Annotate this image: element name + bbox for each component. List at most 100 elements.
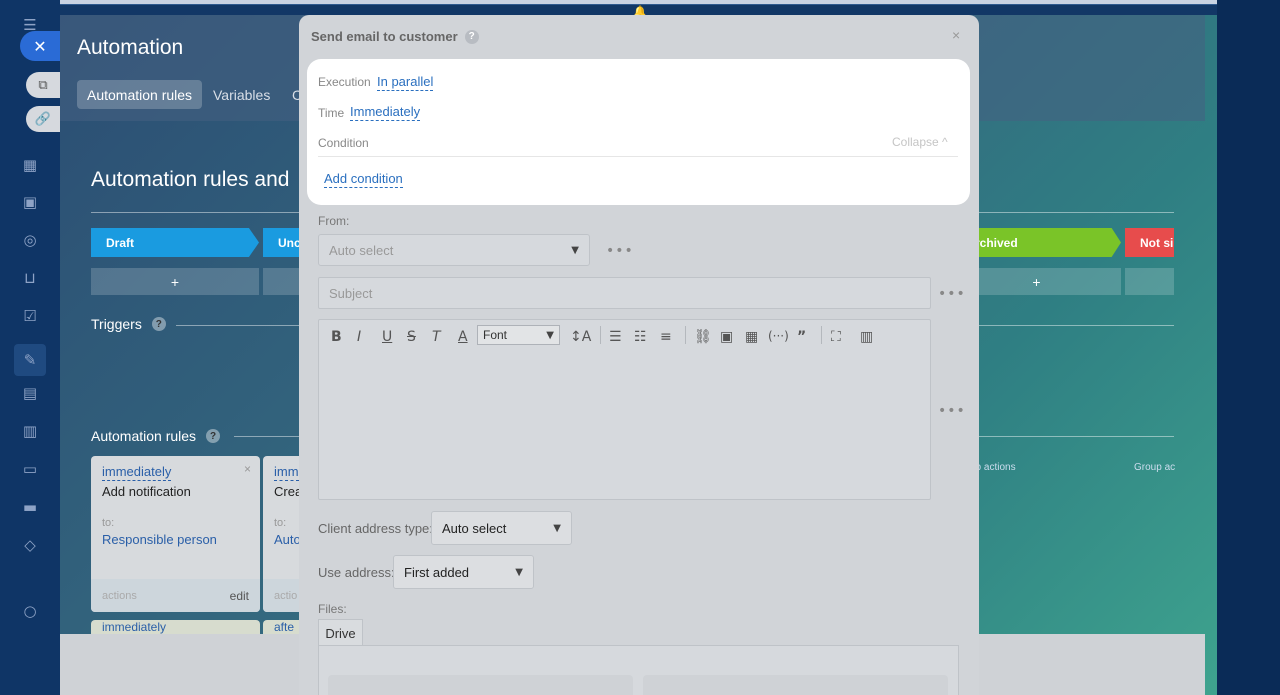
toolbar-separator (600, 326, 601, 344)
fullscreen-icon[interactable]: ⛶ (831, 329, 841, 345)
condition-divider (318, 156, 958, 157)
client-address-type-select[interactable]: Auto select ▼ (431, 511, 572, 545)
from-label: From: (318, 214, 350, 228)
cart-icon[interactable]: ⊔ (20, 268, 40, 288)
text-color-icon[interactable]: A (458, 329, 468, 345)
use-address-select[interactable]: First added ▼ (393, 555, 534, 589)
image-icon[interactable]: ▣ (720, 329, 733, 345)
table-icon[interactable]: ▦ (745, 329, 758, 345)
subject-input[interactable]: Subject (318, 277, 931, 309)
close-icon: ✕ (33, 36, 47, 56)
tab-variables[interactable]: Variables (203, 80, 280, 109)
html-mode-icon[interactable]: ▥ (860, 329, 873, 345)
help-icon[interactable]: ? (464, 29, 479, 44)
left-sidebar: ☰ ▦ ▣ ◎ ⊔ ☑ ✎ ▤ ▥ ▭ ▬ ◇ ○ (0, 0, 60, 695)
more-options-icon[interactable]: ••• (606, 243, 634, 259)
more-options-icon[interactable]: ••• (938, 286, 966, 302)
tasks-icon[interactable]: ☑ (20, 306, 40, 326)
rule-timing-link[interactable]: immediately (102, 464, 172, 481)
rules-label: Automation rules (91, 428, 197, 444)
time-value-link[interactable]: Immediately (350, 104, 421, 121)
font-size-icon[interactable]: ↕A (570, 329, 591, 345)
time-label: Time (318, 106, 345, 120)
app-title: Automation (77, 36, 184, 59)
stage-draft[interactable]: Draft (91, 228, 259, 257)
code-icon[interactable]: (···) (768, 329, 789, 343)
dialog-title-text: Send email to customer (311, 29, 458, 44)
bullet-list-icon[interactable]: ☷ (634, 329, 647, 345)
document-icon[interactable]: ▤ (20, 383, 40, 403)
align-icon[interactable]: ≡ (660, 329, 672, 345)
edit-icon[interactable]: ✎ (14, 344, 46, 376)
stage-unc[interactable]: Unc (263, 228, 303, 257)
group-actions-label[interactable]: Group ac (1134, 462, 1175, 473)
link-icon: 🔗 (34, 111, 52, 127)
toolbar-separator (685, 326, 686, 344)
right-sidebar (1217, 0, 1280, 695)
client-address-type-label: Client address type: (318, 521, 433, 536)
dialog-close-icon[interactable]: × (952, 27, 960, 43)
bold-icon[interactable]: B (331, 329, 342, 345)
rule-recipient: Auto (274, 532, 301, 547)
chevron-down-icon: ▼ (571, 244, 579, 256)
help-icon[interactable]: ? (151, 317, 166, 331)
edit-rule-button[interactable]: edit (230, 589, 249, 603)
add-rule-button[interactable] (263, 268, 303, 295)
storage-icon[interactable]: ▬ (20, 497, 40, 517)
chart-icon[interactable]: ▥ (20, 421, 40, 441)
rule-title: Crea (274, 484, 303, 499)
rule-card[interactable]: imm Crea to: Auto actio (263, 456, 303, 612)
calendar-icon[interactable]: ▦ (20, 155, 40, 175)
add-rule-button[interactable] (1125, 268, 1174, 295)
external-link-icon: ⧉ (38, 77, 48, 93)
upload-drop-zone[interactable] (643, 675, 948, 695)
toolbar-separator (821, 326, 822, 344)
target-icon[interactable]: ◎ (20, 230, 40, 250)
execution-label: Execution (318, 75, 371, 89)
use-address-label: Use address: (318, 565, 395, 580)
rule-card-partial[interactable]: afte (263, 620, 303, 634)
tab-drive[interactable]: Drive (318, 619, 363, 646)
delete-rule-icon[interactable]: × (244, 462, 251, 476)
open-new-window-button[interactable]: ⧉ (26, 72, 60, 98)
numbered-list-icon[interactable]: ☰ (609, 329, 622, 345)
settings-icon[interactable]: ○ (20, 601, 40, 621)
more-options-icon[interactable]: ••• (938, 403, 966, 419)
inbox-icon[interactable]: ▣ (20, 192, 40, 212)
quote-icon[interactable]: ” (797, 329, 806, 345)
font-select[interactable]: Font ▼ (477, 325, 560, 345)
dialog-title: Send email to customer? (311, 29, 479, 44)
copy-link-button[interactable]: 🔗 (26, 106, 60, 132)
from-select[interactable]: Auto select ▼ (318, 234, 590, 266)
rule-actions-label: actions (102, 589, 137, 602)
upload-drop-zone[interactable] (328, 675, 633, 695)
message-editor[interactable] (318, 319, 931, 500)
cube-icon[interactable]: ◇ (20, 535, 40, 555)
use-address-value: First added (404, 564, 470, 580)
rule-actions-label: actio (274, 589, 298, 602)
strikethrough-icon[interactable]: S (407, 329, 416, 345)
close-slider-button[interactable]: ✕ (20, 31, 60, 61)
rule-card-partial[interactable]: immediately (91, 620, 260, 634)
chevron-down-icon: ▼ (546, 329, 554, 341)
stage-archived[interactable]: rchived (965, 228, 1121, 257)
stage-not-successful[interactable]: Not si (1125, 228, 1174, 257)
rule-to-label: to: (102, 517, 115, 529)
underline-icon[interactable]: U (382, 329, 392, 345)
files-label: Files: (318, 602, 347, 616)
execution-value-link[interactable]: In parallel (377, 74, 434, 91)
rule-card[interactable]: immediately × Add notification to: Respo… (91, 456, 260, 612)
add-rule-button[interactable]: + (91, 268, 259, 295)
add-condition-link[interactable]: Add condition (324, 171, 403, 188)
from-select-value: Auto select (329, 242, 394, 258)
rule-card-footer: actions edit (91, 579, 260, 612)
collapse-button[interactable]: Collapse ^ (892, 135, 948, 149)
rule-recipient: Responsible person (102, 532, 217, 547)
contacts-icon[interactable]: ▭ (20, 459, 40, 479)
italic-icon[interactable]: I (357, 329, 361, 345)
tab-automation-rules[interactable]: Automation rules (77, 80, 203, 109)
clear-format-icon[interactable]: T (432, 329, 441, 345)
help-icon[interactable]: ? (206, 429, 221, 443)
rule-timing-link[interactable]: imm (274, 464, 299, 481)
link-icon[interactable]: ⛓ (694, 329, 712, 345)
